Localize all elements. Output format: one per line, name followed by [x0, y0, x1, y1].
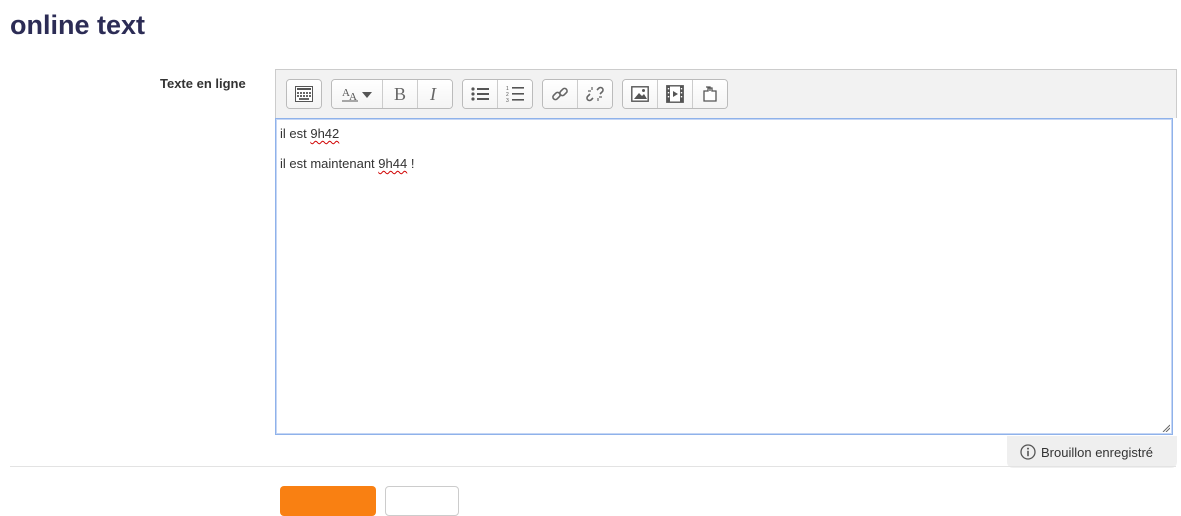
rich-text-editor: A A B I 1 2 3 il est 9h42 il est mainten…: [275, 69, 1177, 436]
image-icon: [631, 86, 649, 102]
editor-toolbar: A A B I 1 2 3: [275, 69, 1177, 118]
misspelled-word: 9h44: [378, 156, 408, 171]
save-changes-button[interactable]: [280, 486, 376, 516]
italic-icon: I: [429, 85, 437, 103]
info-icon: [1020, 444, 1036, 460]
divider: [10, 466, 1176, 467]
paragraph-styles-icon: A A: [342, 87, 372, 103]
cancel-button[interactable]: [385, 486, 459, 516]
unlink-icon: [586, 86, 604, 102]
editor-line-1: il est 9h42: [280, 126, 340, 141]
toolbar-group-more: [286, 79, 322, 109]
editor-line-2: il est maintenant 9h44 !: [280, 156, 415, 171]
field-label-online-text: Texte en ligne: [160, 76, 246, 91]
toolbar-group-links: [542, 79, 613, 109]
toolbar-group-style: A A B I: [331, 79, 453, 109]
draft-status-text: Brouillon enregistré: [1041, 444, 1154, 460]
ordered-list-icon: 123: [506, 86, 524, 103]
show-more-button[interactable]: [287, 80, 321, 108]
resize-handle-icon[interactable]: [1162, 424, 1170, 432]
ordered-list-button[interactable]: 123: [498, 80, 532, 108]
manage-files-button[interactable]: [693, 80, 727, 108]
bold-button[interactable]: B: [383, 80, 418, 108]
page-title: online text: [10, 10, 146, 40]
link-button[interactable]: [543, 80, 578, 108]
draft-status-badge: Brouillon enregistré: [1007, 436, 1177, 468]
manage-files-icon: [703, 86, 717, 102]
svg-text:3: 3: [506, 98, 509, 103]
show-more-buttons-icon: [295, 86, 313, 102]
misspelled-word: 9h42: [310, 126, 340, 141]
svg-text:B: B: [394, 85, 406, 103]
image-button[interactable]: [623, 80, 658, 108]
media-button[interactable]: [658, 80, 693, 108]
toolbar-group-files: [622, 79, 728, 109]
unordered-list-icon: [471, 87, 489, 101]
bold-icon: B: [394, 85, 406, 103]
italic-button[interactable]: I: [418, 80, 452, 108]
media-icon: [666, 85, 684, 103]
svg-text:I: I: [429, 85, 437, 103]
link-icon: [552, 87, 568, 101]
unordered-list-button[interactable]: [463, 80, 498, 108]
unlink-button[interactable]: [578, 80, 612, 108]
paragraph-styles-button[interactable]: A A: [332, 80, 383, 108]
editor-content-area[interactable]: il est 9h42 il est maintenant 9h44 !: [275, 118, 1173, 435]
toolbar-group-list: 123: [462, 79, 533, 109]
